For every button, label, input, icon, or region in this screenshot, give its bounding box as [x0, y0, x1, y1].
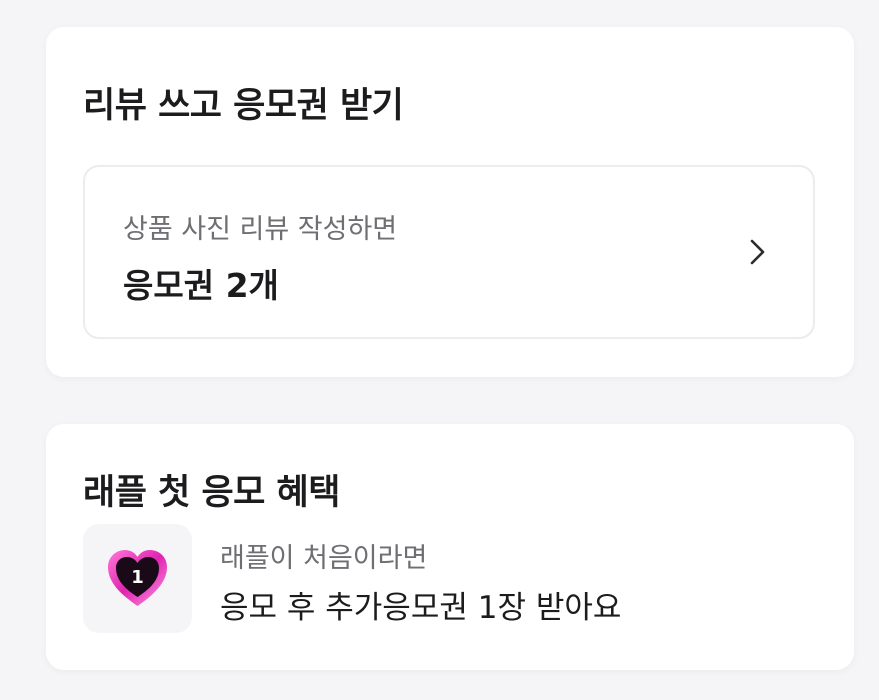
raffle-icon-box: 1	[83, 524, 192, 633]
raffle-benefit: 응모 후 추가응모권 1장 받아요	[220, 590, 622, 626]
photo-review-reward: 응모권 2개	[123, 266, 279, 305]
heart-badge-number: 1	[131, 567, 144, 588]
raffle-condition: 래플이 처음이라면	[220, 543, 428, 574]
review-section-title: 리뷰 쓰고 응모권 받기	[83, 86, 404, 126]
chevron-right-icon	[750, 239, 765, 265]
raffle-first-entry-card: 래플 첫 응모 혜택 1 래플이 처음이라면 응모 후 추가응모권 1장 받아요	[46, 424, 854, 670]
raffle-section-title: 래플 첫 응모 혜택	[83, 473, 340, 513]
review-reward-card: 리뷰 쓰고 응모권 받기 상품 사진 리뷰 작성하면 응모권 2개	[46, 27, 854, 377]
heart-number-1-icon: 1	[108, 550, 167, 606]
photo-review-condition: 상품 사진 리뷰 작성하면	[123, 214, 398, 245]
photo-review-reward-row[interactable]: 상품 사진 리뷰 작성하면 응모권 2개	[83, 165, 815, 339]
